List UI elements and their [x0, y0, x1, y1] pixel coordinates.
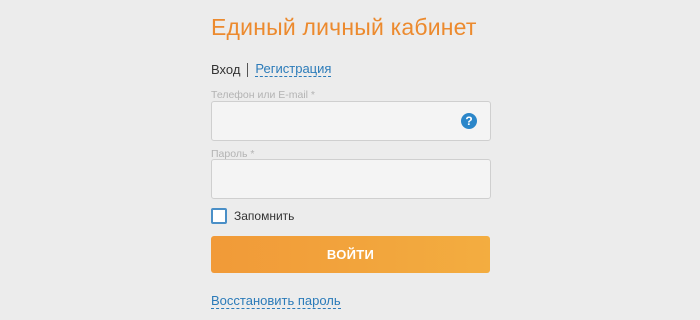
help-icon[interactable]: ?: [461, 113, 477, 129]
remember-me[interactable]: Запомнить: [211, 208, 294, 224]
tab-divider: [247, 62, 249, 77]
page-title: Единый личный кабинет: [211, 14, 477, 40]
password-input[interactable]: [212, 160, 452, 198]
remember-checkbox[interactable]: [211, 208, 227, 224]
tab-register[interactable]: Регистрация: [255, 62, 332, 77]
password-field-box: [211, 159, 491, 199]
login-button[interactable]: ВОЙТИ: [211, 236, 490, 273]
phone-email-label: Телефон или E-mail *: [211, 89, 316, 101]
restore-password-link[interactable]: Восстановить пароль: [211, 293, 341, 309]
remember-label: Запомнить: [234, 209, 295, 223]
phone-email-input[interactable]: [212, 102, 452, 140]
tab-login[interactable]: Вход: [211, 62, 240, 77]
phone-email-field-box: ?: [211, 101, 491, 141]
auth-tabs: Вход Регистрация: [211, 62, 332, 77]
